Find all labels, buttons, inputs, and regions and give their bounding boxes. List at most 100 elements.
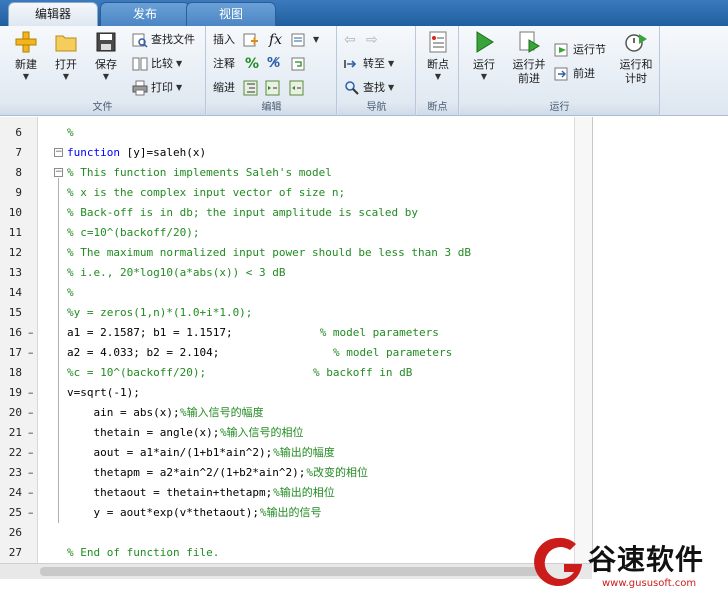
watermark-url: www.gususoft.com [602,578,697,589]
find-button[interactable]: 查找 ▼ [344,78,394,98]
code-line[interactable]: % i.e., 20*log10(a*abs(x)) < 3 dB [40,263,570,283]
code-line[interactable]: % [40,283,570,303]
code-line[interactable]: % Back-off is in db; the input amplitude… [40,203,570,223]
horizontal-scroll-thumb[interactable] [40,567,540,576]
line-number: 9 [15,186,22,199]
code-line[interactable]: ain = abs(x); %输入信号的幅度 [40,403,570,423]
line-number: 26 [8,526,22,539]
code-line[interactable]: %c = 10^(backoff/20); % backoff in dB [40,363,570,383]
run-and-time-button[interactable]: 运行和 计时 [614,30,658,86]
tab-view[interactable]: 视图 [186,2,276,26]
code-line[interactable]: y = aout*exp(v*thetaout); %输出的信号 [40,503,570,523]
forward-arrow-icon[interactable]: ⇨ [366,30,378,50]
decrease-indent-icon[interactable] [289,78,308,98]
goto-button[interactable]: 转至 ▼ [344,54,394,74]
code-line[interactable]: % [40,123,570,143]
back-arrow-icon[interactable]: ⇦ [344,30,356,50]
file-group-label: 文件 [0,101,205,115]
code-line[interactable]: function [y]=saleh(x) [40,143,570,163]
run-and-advance-button[interactable]: 运行并 前进 [504,30,554,86]
line-number: 13 [8,266,22,279]
code-comment: % model parameters [333,346,453,359]
breakpoint-marker[interactable]: – [28,403,36,423]
chevron-down-icon: ▼ [388,59,395,68]
code-text: aout = a1*ain/(1+b1*ain^2); [67,446,273,459]
code-line[interactable]: % x is the complex input vector of size … [40,183,570,203]
code-text: a1 = 2.1587; b1 = 1.1517; [67,326,233,339]
fold-toggle-icon[interactable]: − [54,148,63,157]
line-number: 6 [15,126,22,139]
code-area[interactable]: % function [y]=saleh(x) % This function im… [40,123,592,563]
breakpoint-marker[interactable]: – [28,383,36,403]
code-line[interactable]: thetapm = a2*ain^2/(1+b2*ain^2); %改变的相位 [40,463,570,483]
code-line[interactable]: thetaout = thetain+thetapm; %输出的相位 [40,483,570,503]
line-number: 15 [8,306,22,319]
code-line[interactable]: a2 = 4.033; b2 = 2.104; % model parameter… [40,343,570,363]
open-button[interactable]: 打开 ▼ [44,30,88,82]
breakpoints-button[interactable]: 断点 ▼ [416,30,460,82]
breakpoint-marker[interactable]: – [28,343,36,363]
code-comment: %c = 10^(backoff/20); [67,366,207,379]
edit-group: 插入 fx ▼ 注释 % %̸ 缩进 编辑 [207,26,337,116]
run-section-button[interactable]: 运行节 [554,40,606,60]
breakpoint-marker[interactable]: – [28,503,36,523]
vertical-scrollbar[interactable] [574,117,592,563]
code-comment: % i.e., 20*log10(a*abs(x)) < 3 dB [67,266,286,279]
increase-indent-icon[interactable] [265,78,284,98]
compare-button[interactable]: 比较 ▼ [132,54,182,74]
code-line[interactable]: % This function implements Saleh's model [40,163,570,183]
folder-icon [55,35,77,52]
insert-button[interactable]: 插入 [213,30,262,50]
tab-publish[interactable]: 发布 [100,2,190,26]
line-number: 17 [8,346,22,359]
comment-button[interactable]: 注释 [213,54,235,74]
fold-guide [58,313,59,523]
code-line[interactable]: v=sqrt(-1); [40,383,570,403]
fold-toggle-icon[interactable]: − [54,168,63,177]
edit-group-label: 编辑 [207,101,336,115]
line-number: 18 [8,366,22,379]
insert-icon [243,33,258,47]
save-button[interactable]: 保存 ▼ [84,30,128,82]
code-line[interactable]: % c=10^(backoff/20); [40,223,570,243]
breakpoint-marker[interactable]: – [28,463,36,483]
fx-button[interactable]: fx [269,30,282,50]
breakpoint-marker[interactable]: – [28,323,36,343]
insert-snippet-button[interactable]: ▼ [291,30,319,50]
increase-indent-glyph [265,80,280,96]
file-group: 新建 ▼ 打开 ▼ 保存 ▼ 查找文件 比较 ▼ 打印 ▼ 文件 [0,26,206,116]
find-files-icon [132,33,148,48]
wrap-comments-button[interactable] [291,54,310,74]
code-comment: %输入信号的相位 [219,426,304,439]
code-line[interactable]: % The maximum normalized input power sho… [40,243,570,263]
print-button[interactable]: 打印 ▼ [132,78,182,98]
uncomment-icon[interactable]: %̸ [267,54,280,74]
horizontal-scrollbar[interactable] [0,563,592,579]
code-comment: % c=10^(backoff/20); [67,226,200,239]
breakpoint-marker[interactable]: – [28,483,36,503]
find-files-button[interactable]: 查找文件 [132,30,195,50]
toolstrip-tab-bar: 编辑器 发布 视图 [0,0,728,26]
chevron-down-icon: ▼ [388,83,395,92]
breakpoints-icon [429,31,447,53]
breakpoint-marker[interactable]: – [28,443,36,463]
line-number: 14 [8,286,22,299]
smart-indent-icon[interactable] [243,78,262,98]
code-line[interactable]: aout = a1*ain/(1+b1*ain^2); %输出的幅度 [40,443,570,463]
code-line[interactable]: % End of function file. [40,543,570,563]
line-number: 21 [8,426,22,439]
code-line[interactable]: a1 = 2.1587; b1 = 1.1517; % model paramet… [40,323,570,343]
comment-percent-icon[interactable]: % [245,54,259,74]
new-button[interactable]: 新建 ▼ [4,30,48,82]
indent-button[interactable]: 缩进 [213,78,235,98]
code-line[interactable]: %y = zeros(1,n)*(1.0+i*1.0); [40,303,570,323]
tab-editor[interactable]: 编辑器 [8,2,98,26]
code-line[interactable]: thetain = angle(x); %输入信号的相位 [40,423,570,443]
keyword: function [67,146,120,159]
line-number: 20 [8,406,22,419]
advance-button[interactable]: 前进 [554,64,595,84]
code-line[interactable] [40,523,570,543]
run-group: 运行 ▼ 运行并 前进 运行节 前进 运行和 计时 运行 [460,26,660,116]
breakpoint-marker[interactable]: – [28,423,36,443]
run-button[interactable]: 运行 ▼ [462,30,506,82]
